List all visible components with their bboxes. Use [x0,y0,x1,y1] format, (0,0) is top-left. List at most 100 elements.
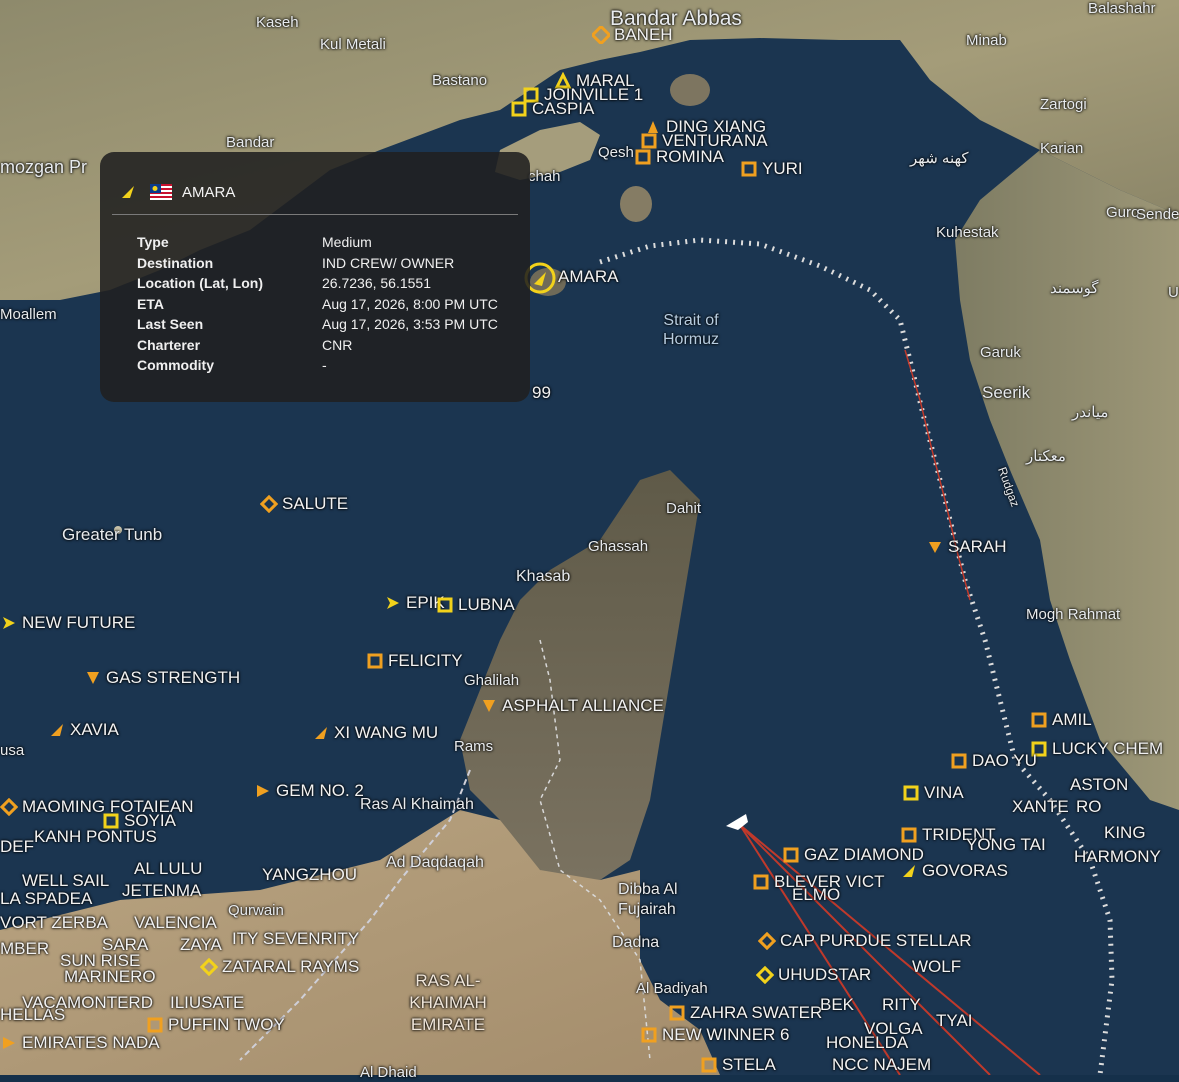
ship-label[interactable]: RITY [882,996,921,1014]
ship-label[interactable]: UHUDSTAR [756,966,871,984]
ship-label[interactable]: XAVIA [48,721,119,739]
ship-label[interactable]: DEF [0,838,34,856]
place-label: Qurwain [228,902,284,919]
place-label: Kuhestak [936,224,999,241]
popup-ship-name: AMARA [182,183,236,201]
vessel-icon [903,865,915,877]
ship-label[interactable]: VORT ZERBA [0,914,108,932]
ship-label[interactable]: NA [740,132,768,150]
ship-label[interactable]: RO [1054,798,1102,816]
ship-label[interactable]: NCC NAJEM [832,1056,931,1074]
vessel-icon [635,149,651,165]
vessel-icon [669,1005,685,1021]
ship-label[interactable]: MARINERO [42,968,156,986]
ship-label[interactable]: NEW WINNER 6 [640,1026,790,1044]
island-hormuz [670,74,710,106]
ship-label[interactable]: XI WANG MU [312,724,438,742]
place-label: Kaseh [256,14,299,31]
ship-label[interactable]: LUCKY CHEM [1030,740,1163,758]
popup-details: Type Medium Destination IND CREW/ OWNER Lo… [137,232,498,376]
ship-label[interactable]: VINA [902,784,964,802]
ship-label[interactable]: VALENCIA [112,914,217,932]
ship-label[interactable]: WELL SAIL [0,872,109,890]
vessel-icon [701,1057,717,1073]
ship-label[interactable]: ILIUSATE [170,994,244,1012]
vessel-icon [741,161,757,177]
place-label: Kul Metali [320,36,386,53]
vessel-icon [592,26,610,44]
vessel-icon [257,785,269,797]
place-label: Bandar [226,134,275,151]
ship-label[interactable]: FELICITY [366,652,463,670]
ship-label-amara[interactable]: AMARA [536,268,618,286]
ship-label[interactable]: LUBNA [436,596,515,614]
vessel-icon [641,1027,657,1043]
vessel-icon [753,874,769,890]
place-label: Ad Daqdaqah [386,854,484,871]
ship-info-popup[interactable]: AMARA Type Medium Destination IND CREW/ OW… [100,152,530,402]
place-label: Zartogi [1040,96,1087,113]
vessel-icon [756,966,774,984]
ship-label[interactable]: SARAH [926,538,1007,556]
place-label: Seerik [982,383,1031,402]
vessel-icon [758,932,776,950]
ship-label[interactable]: ASPHALT ALLIANCE [480,697,664,715]
vessel-heading-icon [122,186,134,198]
ship-label[interactable]: WOLF [890,958,961,976]
place-label: کهنه شهر [910,150,969,167]
ship-label[interactable]: BEK [820,996,854,1014]
ship-label[interactable]: EMIRATES NADA [0,1034,160,1052]
place-label: Ras Al Khaimah [360,796,474,813]
detail-row-commodity: Commodity - [137,357,327,373]
ship-label[interactable]: VACAMONTERD [0,994,153,1012]
ship-label[interactable]: TYAI [936,1012,973,1030]
ship-label[interactable]: CAP PURDUE STELLAR [758,932,971,950]
ship-label[interactable]: GEM NO. 2 [254,782,364,800]
popup-header: AMARA [120,180,235,204]
place-label: Karian [1040,140,1084,157]
ship-label[interactable]: ZAHRA SWATER [668,1004,822,1022]
ship-label[interactable]: GOVORAS [900,862,1008,880]
ship-label[interactable]: ZATARAL RAYMS [200,958,359,976]
ship-label[interactable]: SALUTE [260,495,348,513]
place-label: Greater Tunb [62,525,163,544]
ship-label[interactable]: NEW FUTURE [0,614,135,632]
ship-label[interactable]: ZAYA [158,936,222,954]
detail-row-destination: Destination IND CREW/ OWNER [137,254,455,271]
place-label: معکتار [1026,448,1066,465]
ship-label[interactable]: YONG TAI [944,836,1046,854]
ship-label[interactable]: GAS STRENGTH [84,669,240,687]
ship-label[interactable]: ASTON [1048,776,1128,794]
ship-label[interactable]: LA SPADEA [0,890,92,908]
place-label: Ghalilah [464,672,520,689]
ship-label[interactable]: ELMO [770,886,840,904]
place-label: RAS AL-KHAIMAH EMIRATE [409,971,487,1034]
detail-row-eta: ETA Aug 17, 2026, 8:00 PM UTC [137,295,498,312]
ship-label[interactable]: STELA [700,1056,776,1074]
vessel-icon [260,495,278,513]
ship-label[interactable]: YANGZHOU [240,866,357,884]
place-label: Mogh Rahmat [1026,606,1121,623]
ship-label[interactable]: KING [1082,824,1146,842]
ship-label[interactable]: CASPIA [510,100,594,118]
place-label: U [1168,284,1179,301]
ship-label[interactable]: DAO YU [950,752,1037,770]
ship-label[interactable]: HARMONY [1052,848,1161,866]
ship-label[interactable]: BANEH [592,26,673,44]
ship-label[interactable]: ROMINA [634,148,724,166]
vessel-icon [951,753,967,769]
place-label: Bastano [432,72,488,89]
ship-label[interactable]: AMIL [1030,711,1092,729]
detail-row-location: Location (Lat, Lon) 26.7236, 56.1551 [137,275,431,291]
vessel-icon [3,617,15,629]
place-label: Moallem [0,306,57,323]
ship-label[interactable]: JETENMA [100,882,201,900]
vessel-icon [315,727,327,739]
vessel-icon [1031,712,1047,728]
ship-label[interactable]: AL LULU [112,860,202,878]
ship-label[interactable]: YURI [740,160,803,178]
ship-label[interactable]: HONELDA [826,1034,908,1052]
ship-label[interactable]: PUFFIN TWOY [146,1016,285,1034]
ship-label[interactable]: ITY SEVENRITY [210,930,359,948]
vessel-icon [51,724,63,736]
